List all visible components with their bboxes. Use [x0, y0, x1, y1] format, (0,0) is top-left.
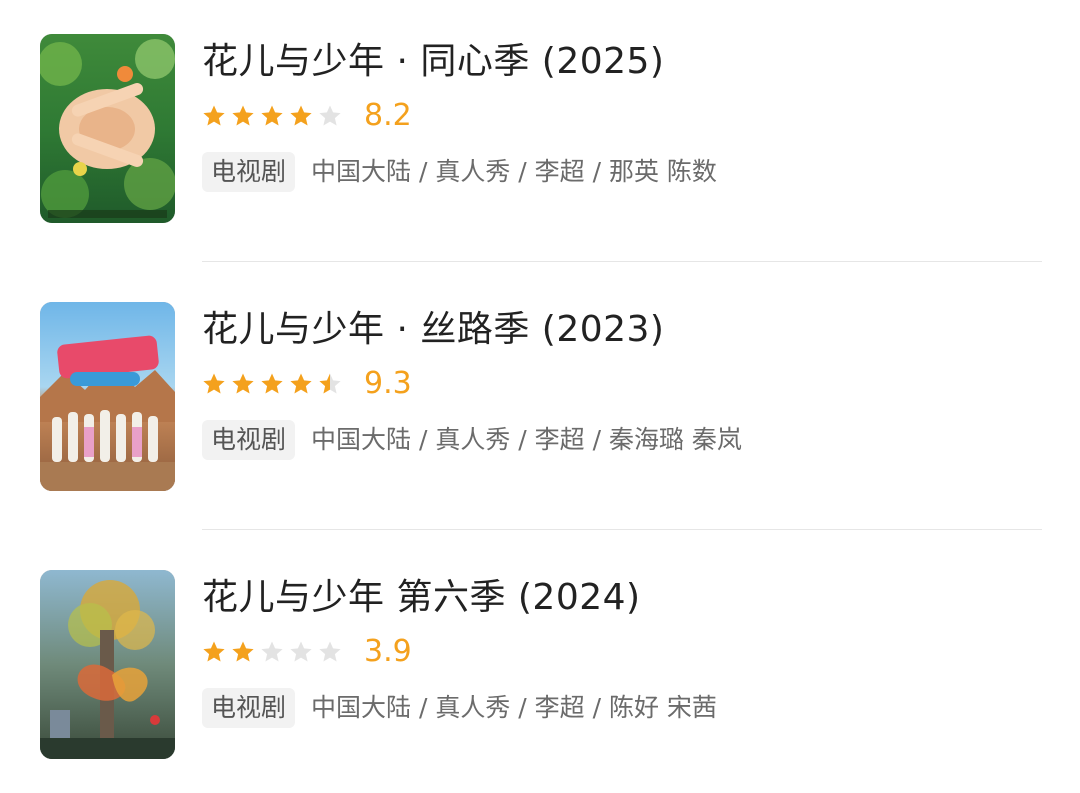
star-icon [319, 105, 341, 126]
rating: 9.3 [202, 364, 412, 404]
item-info: 中国大陆 / 真人秀 / 李超 / 陈好 宋茜 [311, 693, 717, 722]
list-item[interactable]: 花儿与少年 · 丝路季 (2023) 9.3 电视剧 中国大陆 / 真人秀 / … [0, 268, 1080, 530]
result-list: 花儿与少年 · 同心季 (2025) 8.2 电视剧 中国大陆 / 真人秀 / … [0, 0, 1080, 793]
list-item[interactable]: 花儿与少年 第六季 (2024) 3.9 电视剧 中国大陆 / 真人秀 / 李超… [0, 536, 1080, 786]
star-rating [202, 637, 348, 667]
star-icon [261, 641, 283, 662]
poster-image[interactable] [40, 570, 175, 759]
item-meta: 电视剧 中国大陆 / 真人秀 / 李超 / 那英 陈数 [202, 150, 717, 194]
item-info: 中国大陆 / 真人秀 / 李超 / 那英 陈数 [311, 157, 717, 186]
rating-score: 8.2 [364, 98, 412, 133]
star-rating [202, 369, 348, 399]
item-info: 中国大陆 / 真人秀 / 李超 / 秦海璐 秦岚 [311, 425, 742, 454]
poster-art [40, 302, 175, 491]
category-tag: 电视剧 [202, 688, 296, 728]
star-icon [232, 373, 254, 394]
star-icon [203, 105, 225, 126]
star-icon [232, 105, 254, 126]
poster-image[interactable] [40, 34, 175, 223]
star-rating [202, 101, 348, 131]
star-icon [319, 641, 341, 662]
star-icon [261, 105, 283, 126]
poster-art [40, 34, 175, 223]
star-icon [290, 641, 312, 662]
star-icon [261, 373, 283, 394]
poster-image[interactable] [40, 302, 175, 491]
item-title[interactable]: 花儿与少年 · 丝路季 (2023) [202, 306, 664, 354]
rating-score: 3.9 [364, 634, 412, 669]
list-item[interactable]: 花儿与少年 · 同心季 (2025) 8.2 电视剧 中国大陆 / 真人秀 / … [0, 0, 1080, 262]
star-icon [319, 373, 341, 394]
item-meta: 电视剧 中国大陆 / 真人秀 / 李超 / 陈好 宋茜 [202, 686, 717, 730]
category-tag: 电视剧 [202, 420, 296, 460]
rating-score: 9.3 [364, 366, 412, 401]
star-icon [290, 105, 312, 126]
item-title[interactable]: 花儿与少年 · 同心季 (2025) [202, 38, 664, 86]
star-icon [290, 373, 312, 394]
item-title[interactable]: 花儿与少年 第六季 (2024) [202, 574, 641, 622]
divider [202, 529, 1042, 530]
rating: 8.2 [202, 96, 412, 136]
star-icon [232, 641, 254, 662]
item-meta: 电视剧 中国大陆 / 真人秀 / 李超 / 秦海璐 秦岚 [202, 418, 742, 462]
star-icon [203, 641, 225, 662]
category-tag: 电视剧 [202, 152, 296, 192]
star-icon [203, 373, 225, 394]
rating: 3.9 [202, 632, 412, 672]
divider [202, 261, 1042, 262]
poster-art [40, 570, 175, 759]
